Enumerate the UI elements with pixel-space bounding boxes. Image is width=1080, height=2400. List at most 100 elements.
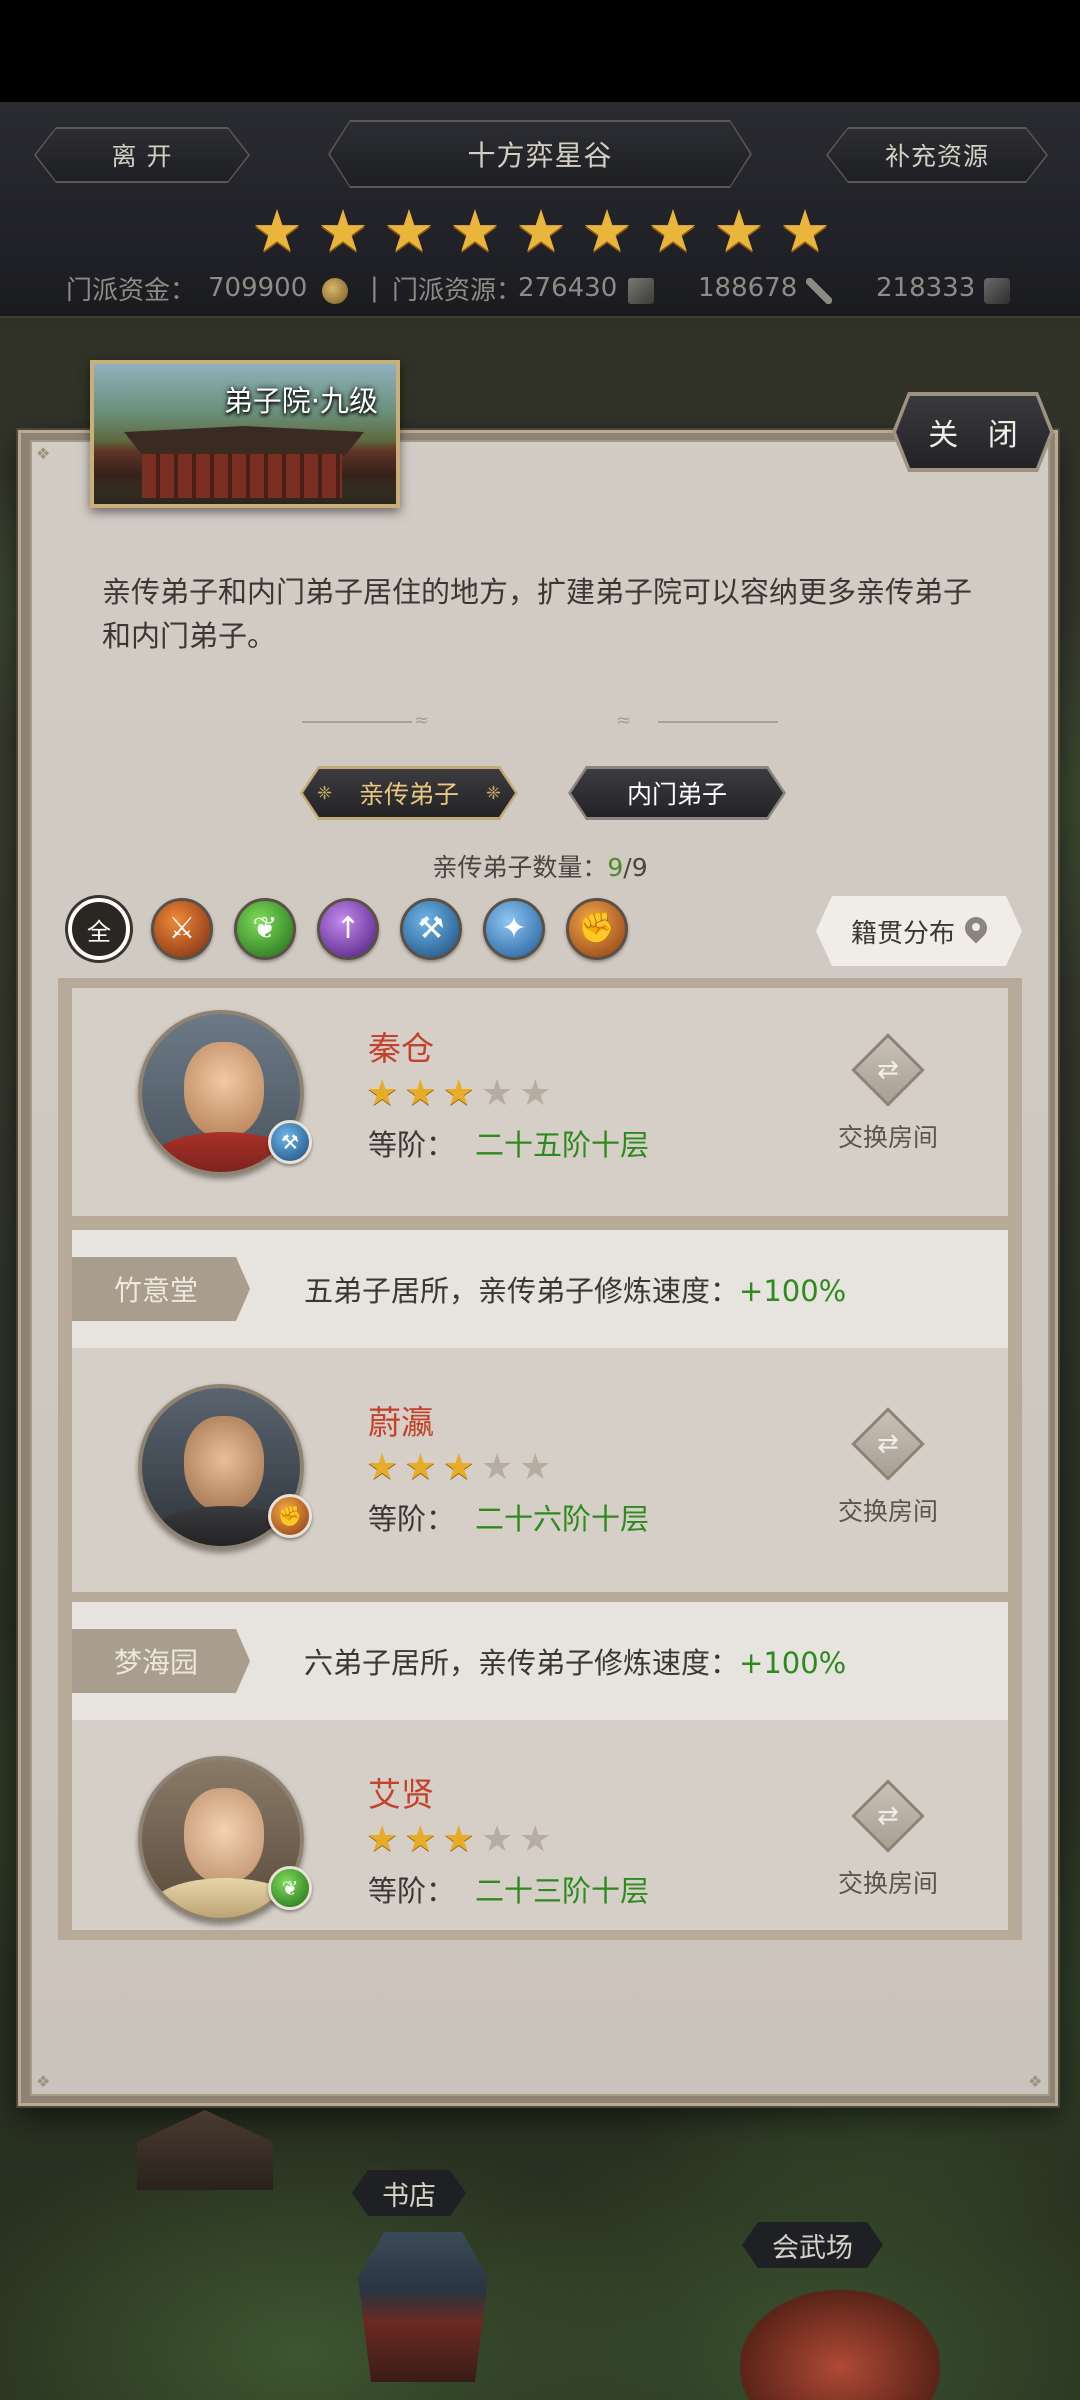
location-title-plate: 十方弈星谷 [328,120,752,188]
arena-label[interactable]: 会武场 [742,2222,883,2268]
star-icon: ★ [404,1073,437,1114]
room-tag: 竹意堂 [72,1257,250,1321]
close-button-label: 关 闭 [896,396,1050,468]
swap-room-button[interactable]: ⇄ 交换房间 [828,1779,948,1900]
tab-personal-disciples-label: 亲传弟子 [358,780,459,809]
star-empty-icon: ★ [519,1819,552,1860]
star-icon: ★ [647,197,699,265]
disciple-card[interactable]: ❦ 艾贤 ★ ★ ★ ★ ★ 等阶： 二十三阶十层 ⇄ 交换房间 [72,1720,1008,1930]
filter-sword-button[interactable]: ⚔ [151,898,213,960]
star-icon: ★ [515,197,567,265]
arena-icon[interactable] [740,2290,940,2400]
fist-icon: ✊ [578,911,616,946]
room-description: 五弟子居所，亲传弟子修炼速度：+100% [304,1268,846,1310]
star-empty-icon: ★ [480,1447,514,1488]
star-icon: ★ [366,1819,399,1860]
disciple-stars: ★ ★ ★ ★ ★ [366,1822,551,1858]
disciple-count-label: 亲传弟子数量： [432,853,608,882]
star-icon: ★ [442,1447,475,1488]
resource-separator: | [370,273,379,303]
filter-hammer-button[interactable]: ⚒ [400,898,462,960]
ore-icon [628,277,654,304]
pagoda-icon[interactable] [358,2232,488,2382]
fist-icon: ✊ [268,1494,312,1538]
resource-2-value: 188678 [698,273,798,303]
leave-button[interactable]: 离 开 [34,127,250,183]
filter-all-button[interactable]: 全 [68,898,130,960]
filter-fist-button[interactable]: ✊ [566,898,628,960]
leaf-icon: ❦ [252,911,278,946]
disciple-count: 亲传弟子数量：9/9 [0,848,1080,884]
tab-ornament-icon: ❈ [317,782,333,804]
divider-flourish-icon: ≈ [616,710,632,731]
sect-star-rating: ★ ★ ★ ★ ★ ★ ★ ★ ★ [250,197,832,265]
filter-leaf-button[interactable]: ❦ [234,898,296,960]
corner-ornament-icon: ❖ [36,2072,51,2091]
spear-icon: ↑ [335,911,361,946]
filter-spear-button[interactable]: ↑ [317,898,379,960]
room-text: 五弟子居所，亲传弟子修炼速度： [304,1274,740,1308]
resources-label: 门派资源： [392,275,523,306]
filter-all-label: 全 [87,917,111,946]
divider-flourish-icon: ≈ [414,710,430,731]
room-bonus: +100% [739,1646,847,1680]
star-icon: ★ [442,1073,475,1114]
blade-icon: ✦ [501,911,527,946]
star-icon: ★ [404,1447,437,1488]
swap-room-button[interactable]: ⇄ 交换房间 [828,1407,948,1528]
close-button[interactable]: 关 闭 [892,392,1054,472]
swap-room-label: 交换房间 [837,1497,938,1526]
disciple-list[interactable]: ⚒ 秦仓 ★ ★ ★ ★ ★ 等阶： 二十五阶十层 ⇄ 交换房间 竹意堂 五弟子居… [58,978,1022,1940]
location-title: 十方弈星谷 [330,122,750,186]
room-text: 六弟子居所，亲传弟子修炼速度： [304,1646,740,1680]
swap-room-button[interactable]: ⇄ 交换房间 [828,1033,948,1154]
star-empty-icon: ★ [480,1819,514,1860]
bookstore-label[interactable]: 书店 [352,2170,466,2216]
star-icon: ★ [317,197,369,265]
disciple-rank: 等阶： 二十三阶十层 [368,1868,649,1910]
disciple-count-separator: / [623,853,632,882]
rank-label: 等阶： [368,1874,456,1908]
hammer-icon: ⚒ [268,1120,312,1164]
divider-right: ≈ [616,710,786,731]
origin-distribution-button[interactable]: 籍贯分布 [816,896,1022,966]
replenish-resources-label: 补充资源 [828,129,1046,181]
disciple-card[interactable]: ⚒ 秦仓 ★ ★ ★ ★ ★ 等阶： 二十五阶十层 ⇄ 交换房间 [72,988,1008,1216]
rank-value: 二十三阶十层 [475,1874,650,1908]
iron-icon [984,277,1010,304]
building-title: 弟子院·九级 [223,384,378,418]
star-icon: ★ [449,197,501,265]
building-roof-icon [124,426,364,456]
rank-value: 二十五阶十层 [475,1128,650,1162]
room-bar: 竹意堂 五弟子居所，亲传弟子修炼速度：+100% [72,1230,1008,1348]
disciple-name: 艾贤 [368,1775,434,1814]
corner-ornament-icon: ❖ [36,444,51,463]
replenish-resources-button[interactable]: 补充资源 [826,127,1048,183]
building-description: 亲传弟子和内门弟子居住的地方，扩建弟子院可以容纳更多亲传弟子和内门弟子。 [102,575,973,653]
filter-blade-button[interactable]: ✦ [483,898,545,960]
weapon-filter-row: 全 ⚔ ❦ ↑ ⚒ ✦ ✊ [68,898,628,960]
divider-left: ≈ [302,710,429,731]
rank-label: 等阶： [368,1502,456,1536]
disciple-card[interactable]: ✊ 蔚瀛 ★ ★ ★ ★ ★ 等阶： 二十六阶十层 ⇄ 交换房间 [72,1348,1008,1592]
status-bar [0,0,1080,102]
leave-button-label: 离 开 [36,129,248,181]
room-description: 六弟子居所，亲传弟子修炼速度：+100% [304,1640,846,1682]
star-icon: ★ [366,1073,399,1114]
tab-inner-disciples[interactable]: 内门弟子 [568,766,786,820]
disciple-rank: 等阶： 二十五阶十层 [368,1122,649,1164]
building-hall-icon [142,454,342,498]
room-tag: 梦海园 [72,1629,250,1693]
star-empty-icon: ★ [519,1447,552,1488]
hammer-icon: ⚒ [417,911,445,946]
building-thumbnail: 弟子院·九级 [90,360,400,508]
resource-row: 门派资金： 709900 | 门派资源： 276430 188678 21833… [0,268,1080,308]
rank-label: 等阶： [368,1128,456,1162]
star-icon: ★ [404,1819,437,1860]
tool-icon [806,277,832,304]
disciple-stars: ★ ★ ★ ★ ★ [366,1076,551,1112]
origin-distribution-label: 籍贯分布 [850,918,955,949]
tab-personal-disciples[interactable]: ❈ 亲传弟子 ❈ [300,766,518,820]
location-pin-icon [965,917,987,945]
disciple-rank: 等阶： 二十六阶十层 [368,1496,649,1538]
